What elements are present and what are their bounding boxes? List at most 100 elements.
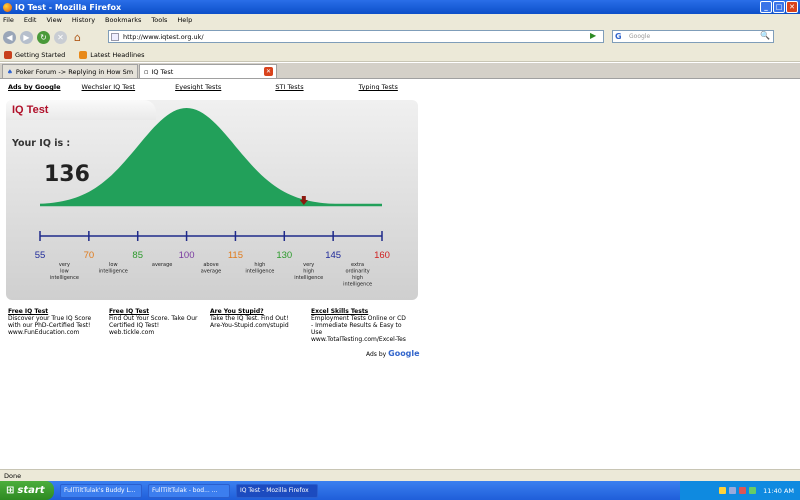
ad-line: Use xyxy=(311,329,323,336)
tick-label: 160 xyxy=(374,250,390,261)
tick-label: 115 xyxy=(228,250,243,261)
menu-view[interactable]: View xyxy=(46,16,61,24)
ad-heading[interactable]: Excel Skills Tests xyxy=(311,308,417,315)
close-button[interactable]: ✕ xyxy=(786,1,798,13)
ad-block-4[interactable]: Excel Skills Tests Employment Tests Onli… xyxy=(311,308,417,343)
bookmark-label: Getting Started xyxy=(15,50,66,59)
ad-block-3[interactable]: Are You Stupid? Take the IQ Test. Find O… xyxy=(210,308,308,329)
range-description: high xyxy=(352,275,363,281)
forward-button[interactable]: ▶ xyxy=(20,30,33,44)
poker-site-icon: ♠ xyxy=(7,67,13,76)
ad-block-1[interactable]: Free IQ Test Discover your True IQ Score… xyxy=(8,308,106,336)
tick-label: 100 xyxy=(179,250,195,261)
taskbar-item-firefox[interactable]: IQ Test - Mozilla Firefox xyxy=(236,483,318,498)
bookmark-label: Latest Headlines xyxy=(90,50,145,59)
range-description: intelligence xyxy=(343,282,372,288)
ad-url: www.FunEducation.com xyxy=(8,329,80,336)
menu-tools[interactable]: Tools xyxy=(151,16,167,24)
url-text: http://www.iqtest.org.uk/ xyxy=(123,32,204,41)
tick-label: 55 xyxy=(35,250,46,261)
reload-button[interactable]: ↻ xyxy=(37,30,50,44)
range-description: very xyxy=(303,262,314,268)
ad-line: Find Out Your Score. Take Our xyxy=(109,315,198,322)
bookmarks-toolbar: Getting Started Latest Headlines xyxy=(0,48,800,62)
tab-strip: ♠ Poker Forum -> Replying in How Smart..… xyxy=(0,63,800,79)
ad-url: web.tickle.com xyxy=(109,329,155,336)
range-description: high xyxy=(303,269,314,275)
tray-icon[interactable] xyxy=(729,487,737,494)
tab-iq-test[interactable]: ▫ IQ Test ✕ xyxy=(139,64,277,78)
page-content: Ads by Google Wechsler IQ Test Eyesight … xyxy=(0,80,800,469)
range-description: intelligence xyxy=(99,269,128,275)
search-placeholder: Google xyxy=(629,33,651,40)
tray-icon[interactable] xyxy=(719,487,727,494)
ad-link-eyesight[interactable]: Eyesight Tests xyxy=(175,83,221,91)
tray-icon[interactable] xyxy=(739,487,747,494)
stop-button[interactable]: ✕ xyxy=(54,30,67,44)
ad-heading[interactable]: Free IQ Test xyxy=(109,308,207,315)
search-input[interactable]: G Google xyxy=(612,30,774,43)
ads-by-prefix: Ads by xyxy=(366,351,387,358)
taskbar-item-label: FullTiltTulak - bod... ... xyxy=(152,487,218,494)
ad-block-2[interactable]: Free IQ Test Find Out Your Score. Take O… xyxy=(109,308,207,336)
ad-link-wechsler[interactable]: Wechsler IQ Test xyxy=(82,83,136,91)
back-button[interactable]: ◀ xyxy=(3,30,16,44)
ad-line: - Immediate Results & Easy to xyxy=(311,322,402,329)
home-button[interactable]: ⌂ xyxy=(71,31,84,44)
page-icon: ▫ xyxy=(144,67,149,76)
ads-by-google-link[interactable]: Ads by Google xyxy=(8,83,61,91)
google-search-icon: G xyxy=(615,32,622,41)
ad-link-typing[interactable]: Typing Tests xyxy=(359,83,398,91)
firefox-icon xyxy=(3,2,12,12)
range-description: low xyxy=(109,262,118,268)
url-bar[interactable]: http://www.iqtest.org.uk/ xyxy=(108,30,604,43)
range-description: average xyxy=(201,269,221,275)
range-description: intelligence xyxy=(50,275,79,281)
iq-result-panel: IQ Test Your IQ is : 136 55 very low intell… xyxy=(6,100,418,300)
maximize-button[interactable]: □ xyxy=(773,1,785,13)
bookmark-getting-started[interactable]: Getting Started xyxy=(4,50,66,59)
taskbar-item-label: FullTiltTulak's Buddy L... xyxy=(64,487,136,494)
range-description: very xyxy=(59,262,70,268)
tab-label: Poker Forum -> Replying in How Smart... xyxy=(15,67,133,76)
status-text: Done xyxy=(4,471,22,480)
ad-link-sti[interactable]: STI Tests xyxy=(275,83,303,91)
bookmark-latest-headlines[interactable]: Latest Headlines xyxy=(79,50,145,59)
search-magnifier-icon[interactable]: 🔍 xyxy=(760,31,770,40)
ad-heading[interactable]: Are You Stupid? xyxy=(210,308,308,315)
tick-label: 145 xyxy=(325,250,341,261)
system-tray: 11:40 AM xyxy=(680,481,800,500)
go-button[interactable]: ▶ xyxy=(590,31,600,41)
tray-icon[interactable] xyxy=(749,487,757,494)
tab-label: IQ Test xyxy=(151,67,174,76)
ads-by-google[interactable]: Ads by Google xyxy=(366,349,420,358)
menu-bar: File Edit View History Bookmarks Tools H… xyxy=(0,14,800,26)
start-button[interactable]: ⊞ start xyxy=(0,481,54,500)
menu-history[interactable]: History xyxy=(72,16,95,24)
menu-help[interactable]: Help xyxy=(177,16,192,24)
tick-label: 85 xyxy=(132,250,143,261)
close-tab-icon[interactable]: ✕ xyxy=(264,67,273,76)
windows-taskbar: ⊞ start FullTiltTulak's Buddy L... FullT… xyxy=(0,481,800,500)
taskbar-item-buddy-list[interactable]: FullTiltTulak's Buddy L... xyxy=(60,483,142,498)
window-controls: _ □ ✕ xyxy=(760,1,798,13)
range-description: extra xyxy=(351,262,364,268)
range-description: ordinarity xyxy=(345,269,369,275)
menu-edit[interactable]: Edit xyxy=(24,16,37,24)
firefox-bookmark-icon xyxy=(4,50,12,59)
window-title: IQ Test - Mozilla Firefox xyxy=(15,2,122,12)
tab-poker-forum[interactable]: ♠ Poker Forum -> Replying in How Smart..… xyxy=(2,64,138,78)
ad-url: www.TotalTesting.com/Excel-Tes xyxy=(311,336,406,343)
ad-heading[interactable]: Free IQ Test xyxy=(8,308,106,315)
minimize-button[interactable]: _ xyxy=(760,1,772,13)
range-description: above xyxy=(203,262,218,268)
menu-file[interactable]: File xyxy=(3,16,14,24)
menu-bookmarks[interactable]: Bookmarks xyxy=(105,16,141,24)
google-logo: Google xyxy=(388,349,420,358)
rss-icon xyxy=(79,50,88,59)
taskbar-item-fulltilt[interactable]: FullTiltTulak - bod... ... xyxy=(148,483,230,498)
range-description: intelligence xyxy=(245,269,274,275)
page-icon xyxy=(111,33,119,41)
window-titlebar: IQ Test - Mozilla Firefox _ □ ✕ xyxy=(0,0,800,14)
range-description: intelligence xyxy=(294,275,323,281)
